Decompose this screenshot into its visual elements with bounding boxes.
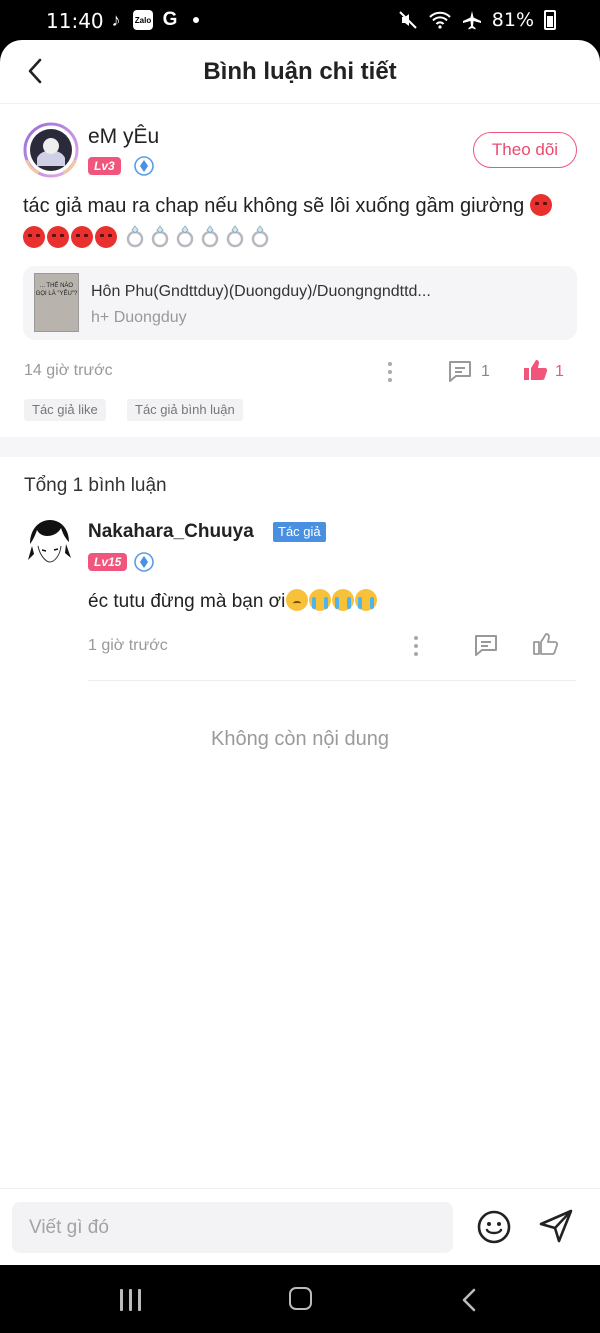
- comment-icon[interactable]: [473, 633, 499, 657]
- angry-emoji-icon: [23, 226, 45, 248]
- status-time: 11:40: [46, 9, 104, 33]
- ring-emoji-icon: [126, 225, 143, 248]
- comment-content: tác giả mau ra chap nếu không sẽ lôi xuố…: [23, 190, 578, 254]
- tiktok-icon: ♪: [111, 9, 121, 30]
- comment-text: tác giả mau ra chap nếu không sẽ lôi xuố…: [23, 195, 525, 217]
- follow-button[interactable]: Theo dõi: [473, 132, 577, 168]
- linked-book-card[interactable]: ... THẾ NÀO GỌI LÀ "YÊU"? Hôn Phu(Gndttd…: [23, 266, 577, 340]
- ring-emoji-icon: [201, 225, 218, 248]
- comment-count: 1: [481, 363, 490, 380]
- battery-icon: [544, 10, 556, 30]
- comment-icon[interactable]: [447, 359, 473, 383]
- reply-time: 1 giờ trước: [88, 637, 168, 654]
- status-bar: 11:40 ♪ Zalo G 81%: [0, 0, 600, 42]
- reply-content: éc tutu đừng mà bạn ơi: [88, 589, 378, 613]
- send-icon[interactable]: [538, 1208, 574, 1244]
- level-badge: Lv3: [88, 157, 121, 175]
- section-divider: [0, 437, 600, 457]
- battery-percent: 81%: [491, 9, 534, 31]
- more-vertical-icon[interactable]: [411, 635, 421, 657]
- angry-emoji-icon: [529, 194, 552, 216]
- zalo-icon: Zalo: [133, 10, 153, 30]
- more-notifications-dot: [193, 17, 199, 23]
- header: Bình luận chi tiết: [0, 40, 600, 104]
- comment-input[interactable]: [12, 1202, 453, 1253]
- wifi-icon: [429, 11, 451, 29]
- book-cover: ... THẾ NÀO GỌI LÀ "YÊU"?: [34, 273, 79, 332]
- crying-emoji-icon: [355, 589, 378, 611]
- grammarly-icon: G: [162, 9, 178, 30]
- vip-diamond-icon: [134, 552, 154, 572]
- tag-author-like: Tác giả like: [24, 399, 106, 421]
- thumbs-up-icon[interactable]: [532, 632, 558, 656]
- like-count: 1: [555, 363, 564, 380]
- mute-icon: [399, 11, 417, 29]
- avatar[interactable]: [23, 122, 79, 178]
- ring-emoji-icon: [226, 225, 243, 248]
- ring-emoji-icon: [151, 225, 168, 248]
- ring-emoji-icon: [251, 225, 268, 248]
- notification-icons: ♪ Zalo G: [106, 9, 199, 30]
- comment-username[interactable]: eM yÊu: [88, 125, 159, 149]
- emoji-icon[interactable]: [476, 1209, 512, 1245]
- ring-emoji-icon: [176, 225, 193, 248]
- author-badge: Tác giả: [273, 522, 326, 542]
- more-vertical-icon[interactable]: [385, 361, 395, 383]
- angry-emoji-icon: [95, 226, 117, 248]
- level-badge: Lv15: [88, 553, 128, 571]
- nav-back-button[interactable]: [458, 1287, 482, 1313]
- home-button[interactable]: [289, 1287, 312, 1310]
- recents-button[interactable]: [120, 1289, 146, 1311]
- end-of-content: Không còn nội dung: [211, 728, 389, 750]
- sad-emoji-icon: [286, 589, 309, 611]
- reply-divider: [88, 680, 576, 681]
- app-screen: Bình luận chi tiết eM yÊu Lv3 Theo dõi t…: [0, 40, 600, 1265]
- comment-input-bar: [0, 1188, 600, 1265]
- book-author: h+ Duongduy: [91, 309, 187, 326]
- vip-diamond-icon: [134, 156, 154, 176]
- crying-emoji-icon: [332, 589, 355, 611]
- angry-emoji-icon: [71, 226, 93, 248]
- book-title: Hôn Phu(Gndttduy)(Duongduy)/Duongngndttd…: [91, 283, 431, 300]
- system-nav-bar: [0, 1265, 600, 1333]
- page-title: Bình luận chi tiết: [203, 58, 397, 85]
- angry-emoji-icon: [47, 226, 69, 248]
- system-icons: 81%: [398, 9, 556, 31]
- tag-author-comment: Tác giả bình luận: [127, 399, 243, 421]
- reply-text: éc tutu đừng mà bạn ơi: [88, 591, 286, 612]
- avatar[interactable]: [24, 516, 74, 572]
- comment-time: 14 giờ trước: [24, 362, 113, 379]
- thumbs-up-filled-icon[interactable]: [522, 358, 548, 382]
- crying-emoji-icon: [309, 589, 332, 611]
- reply-username[interactable]: Nakahara_Chuuya: [88, 521, 254, 543]
- total-replies: Tổng 1 bình luận: [24, 475, 167, 496]
- airplane-icon: [462, 11, 481, 30]
